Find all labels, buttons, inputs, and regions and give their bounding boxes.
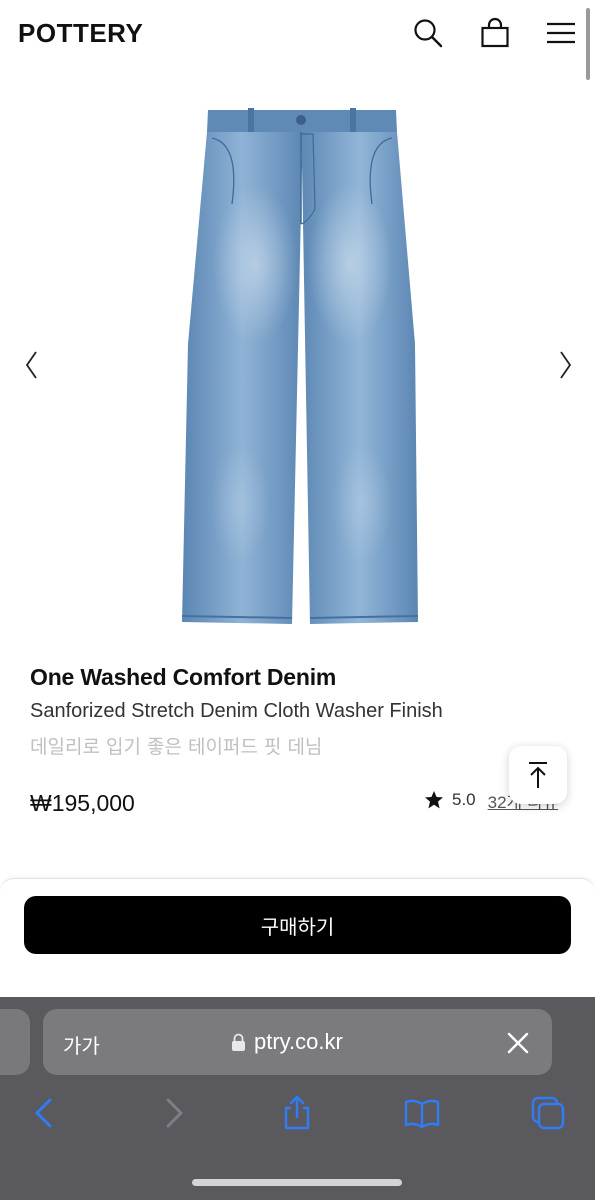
star-icon xyxy=(425,791,443,809)
page-scrollbar[interactable] xyxy=(586,8,590,80)
product-image xyxy=(181,108,419,624)
product-title: One Washed Comfort Denim xyxy=(30,664,337,690)
product-image-gallery[interactable] xyxy=(0,96,595,636)
browser-toolbar: 가가 ptry.co.kr xyxy=(0,997,595,1200)
url-text: ptry.co.kr xyxy=(254,1029,343,1054)
url-display[interactable]: ptry.co.kr xyxy=(231,1029,343,1055)
chevron-right-icon[interactable] xyxy=(555,348,575,382)
bookmarks-icon[interactable] xyxy=(404,1095,440,1131)
back-icon[interactable] xyxy=(28,1095,64,1131)
search-icon[interactable] xyxy=(411,16,445,50)
product-description: 데일리로 입기 좋은 테이퍼드 핏 데님 xyxy=(30,736,323,758)
close-icon[interactable] xyxy=(506,1031,530,1055)
forward-icon[interactable] xyxy=(156,1095,192,1131)
lock-icon xyxy=(232,1033,245,1051)
tabs-icon[interactable] xyxy=(530,1095,566,1131)
product-price: ₩195,000 xyxy=(30,790,135,816)
hamburger-menu-icon[interactable] xyxy=(544,16,578,50)
buy-button[interactable]: 구매하기 xyxy=(24,896,571,954)
address-bar[interactable]: 가가 ptry.co.kr xyxy=(43,1009,552,1075)
site-header: POTTERY xyxy=(0,0,595,68)
product-info: One Washed Comfort Denim Sanforized Stre… xyxy=(30,664,570,759)
brand-logo[interactable]: POTTERY xyxy=(18,18,143,49)
arrow-up-to-top-icon xyxy=(529,762,547,788)
product-subtitle: Sanforized Stretch Denim Cloth Washer Fi… xyxy=(30,700,443,722)
rating-value: 5.0 xyxy=(452,790,476,809)
share-icon[interactable] xyxy=(279,1095,315,1131)
previous-tab-peek[interactable] xyxy=(0,1009,30,1075)
home-indicator[interactable] xyxy=(192,1179,402,1186)
shopping-bag-icon[interactable] xyxy=(478,16,512,50)
chevron-left-icon[interactable] xyxy=(22,348,42,382)
scroll-to-top-button[interactable] xyxy=(509,746,567,804)
purchase-panel: 구매하기 xyxy=(0,878,595,1008)
text-size-button[interactable]: 가가 xyxy=(63,1030,100,1059)
